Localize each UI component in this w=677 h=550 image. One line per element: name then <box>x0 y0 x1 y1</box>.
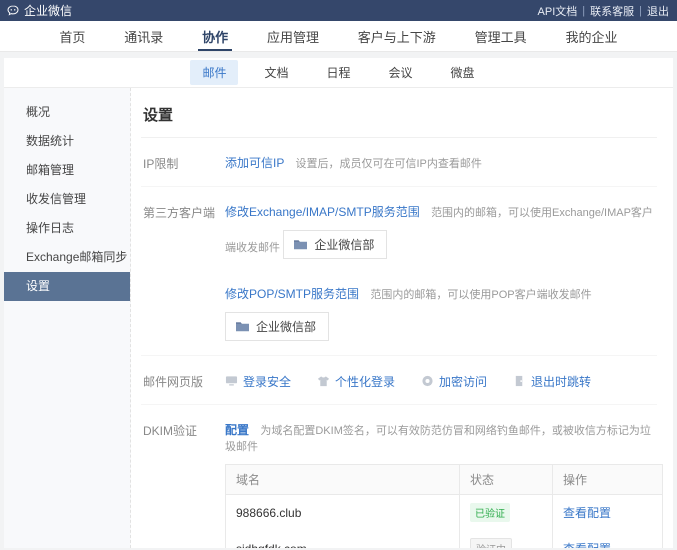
nav-app-management[interactable]: 应用管理 <box>263 21 323 51</box>
modify-exchange-scope-link[interactable]: 修改Exchange/IMAP/SMTP服务范围 <box>225 205 420 219</box>
dkim-domain-table: 域名 状态 操作 988666.club 已验证 查看配置 <box>225 464 663 548</box>
section-third-party: 第三方客户端 修改Exchange/IMAP/SMTP服务范围 范围内的邮箱，可… <box>141 187 657 356</box>
status-badge: 已验证 <box>470 503 510 522</box>
exchange-imap-smtp-group: 修改Exchange/IMAP/SMTP服务范围 范围内的邮箱，可以使用Exch… <box>225 203 657 259</box>
api-doc-link[interactable]: API文档 <box>538 3 578 19</box>
logout-redirect-link[interactable]: 退出时跳转 <box>531 373 591 390</box>
pop-smtp-group: 修改POP/SMTP服务范围 范围内的邮箱，可以使用POP客户端收发邮件 企业微… <box>225 285 657 341</box>
shirt-icon <box>317 375 330 387</box>
tab-drive[interactable]: 微盘 <box>439 60 487 85</box>
topbar: 企业微信 API文档 | 联系客服 | 退出 <box>0 0 677 21</box>
login-security-item[interactable]: 登录安全 <box>225 373 291 390</box>
view-config-link[interactable]: 查看配置 <box>563 506 611 520</box>
logout-link[interactable]: 退出 <box>647 3 669 19</box>
dkim-configure-link[interactable]: 配置 <box>225 423 249 437</box>
department-tag-label: 企业微信部 <box>256 318 316 335</box>
app-logo[interactable]: 企业微信 <box>6 2 72 19</box>
tab-calendar[interactable]: 日程 <box>314 60 362 85</box>
sidebar-item-operation-log[interactable]: 操作日志 <box>4 214 130 243</box>
sidebar-item-statistics[interactable]: 数据统计 <box>4 127 130 156</box>
encrypted-access-item[interactable]: 加密访问 <box>421 373 487 390</box>
monitor-icon <box>225 375 238 387</box>
exit-icon <box>513 375 526 387</box>
modify-pop-scope-link[interactable]: 修改POP/SMTP服务范围 <box>225 287 359 301</box>
pop-scope-hint: 范围内的邮箱，可以使用POP客户端收发邮件 <box>370 289 591 301</box>
content-panel: 邮件 文档 日程 会议 微盘 概况 数据统计 邮箱管理 收发信管理 操作日志 E… <box>4 58 673 548</box>
add-trusted-ip-link[interactable]: 添加可信IP <box>225 156 284 170</box>
panel-body: 概况 数据统计 邮箱管理 收发信管理 操作日志 Exchange邮箱同步 设置 … <box>4 88 673 548</box>
sidebar-item-exchange-sync[interactable]: Exchange邮箱同步 <box>4 243 130 272</box>
custom-login-item[interactable]: 个性化登录 <box>317 373 395 390</box>
app-logo-label: 企业微信 <box>24 2 72 19</box>
domain-cell: 988666.club <box>226 495 460 531</box>
folder-icon <box>235 320 250 333</box>
separator: | <box>582 5 585 17</box>
section-dkim: DKIM验证 配置 为域名配置DKIM签名，可以有效防范仿冒和网络钓鱼邮件，或被… <box>141 405 657 548</box>
contact-support-link[interactable]: 联系客服 <box>590 3 634 19</box>
sidebar-item-overview[interactable]: 概况 <box>4 98 130 127</box>
settings-content: 设置 IP限制 添加可信IP 设置后，成员仅可在可信IP内查看邮件 第三方客户端… <box>131 88 673 548</box>
nav-my-company[interactable]: 我的企业 <box>561 21 621 51</box>
sub-tabs: 邮件 文档 日程 会议 微盘 <box>4 58 673 88</box>
view-config-link[interactable]: 查看配置 <box>563 542 611 548</box>
nav-contacts[interactable]: 通讯录 <box>120 21 167 51</box>
custom-login-link[interactable]: 个性化登录 <box>335 373 395 390</box>
nav-collaboration[interactable]: 协作 <box>198 21 232 51</box>
nav-admin-tools[interactable]: 管理工具 <box>471 21 531 51</box>
table-row: 988666.club 已验证 查看配置 <box>226 495 663 531</box>
webmail-label: 邮件网页版 <box>143 372 225 390</box>
lock-icon <box>421 375 434 387</box>
sidebar-item-send-receive[interactable]: 收发信管理 <box>4 185 130 214</box>
domain-cell: sjdhgfdk.com <box>226 530 460 548</box>
separator: | <box>639 5 642 17</box>
sidebar-item-settings[interactable]: 设置 <box>4 272 130 301</box>
topbar-links: API文档 | 联系客服 | 退出 <box>538 3 669 19</box>
logout-redirect-item[interactable]: 退出时跳转 <box>513 373 591 390</box>
tab-meeting[interactable]: 会议 <box>377 60 425 85</box>
department-tag[interactable]: 企业微信部 <box>283 230 387 259</box>
nav-customers[interactable]: 客户与上下游 <box>354 21 440 51</box>
nav-home[interactable]: 首页 <box>55 21 89 51</box>
ip-restrict-label: IP限制 <box>143 154 225 172</box>
section-ip-restrict: IP限制 添加可信IP 设置后，成员仅可在可信IP内查看邮件 <box>141 138 657 187</box>
section-webmail: 邮件网页版 登录安全 个性化登录 <box>141 356 657 405</box>
dkim-label: DKIM验证 <box>143 421 225 548</box>
col-header-action: 操作 <box>553 465 663 495</box>
dkim-hint: 为域名配置DKIM签名，可以有效防范仿冒和网络钓鱼邮件，或被收信方标记为垃圾邮件 <box>225 425 651 453</box>
encrypted-access-link[interactable]: 加密访问 <box>439 373 487 390</box>
page-title: 设置 <box>141 100 657 138</box>
chat-bubble-icon <box>6 4 20 18</box>
status-badge: 验证中 <box>470 538 512 548</box>
sidebar: 概况 数据统计 邮箱管理 收发信管理 操作日志 Exchange邮箱同步 设置 <box>4 88 131 548</box>
main-nav: 首页 通讯录 协作 应用管理 客户与上下游 管理工具 我的企业 <box>0 21 677 52</box>
col-header-domain: 域名 <box>226 465 460 495</box>
table-row: sjdhgfdk.com 验证中 查看配置 <box>226 530 663 548</box>
third-party-label: 第三方客户端 <box>143 203 225 341</box>
tab-mail[interactable]: 邮件 <box>190 60 238 85</box>
tab-docs[interactable]: 文档 <box>252 60 300 85</box>
sidebar-item-mailbox-management[interactable]: 邮箱管理 <box>4 156 130 185</box>
ip-restrict-hint: 设置后，成员仅可在可信IP内查看邮件 <box>295 158 481 170</box>
department-tag-label: 企业微信部 <box>314 236 374 253</box>
department-tag[interactable]: 企业微信部 <box>225 312 329 341</box>
col-header-status: 状态 <box>460 465 553 495</box>
folder-icon <box>293 238 308 251</box>
login-security-link[interactable]: 登录安全 <box>243 373 291 390</box>
